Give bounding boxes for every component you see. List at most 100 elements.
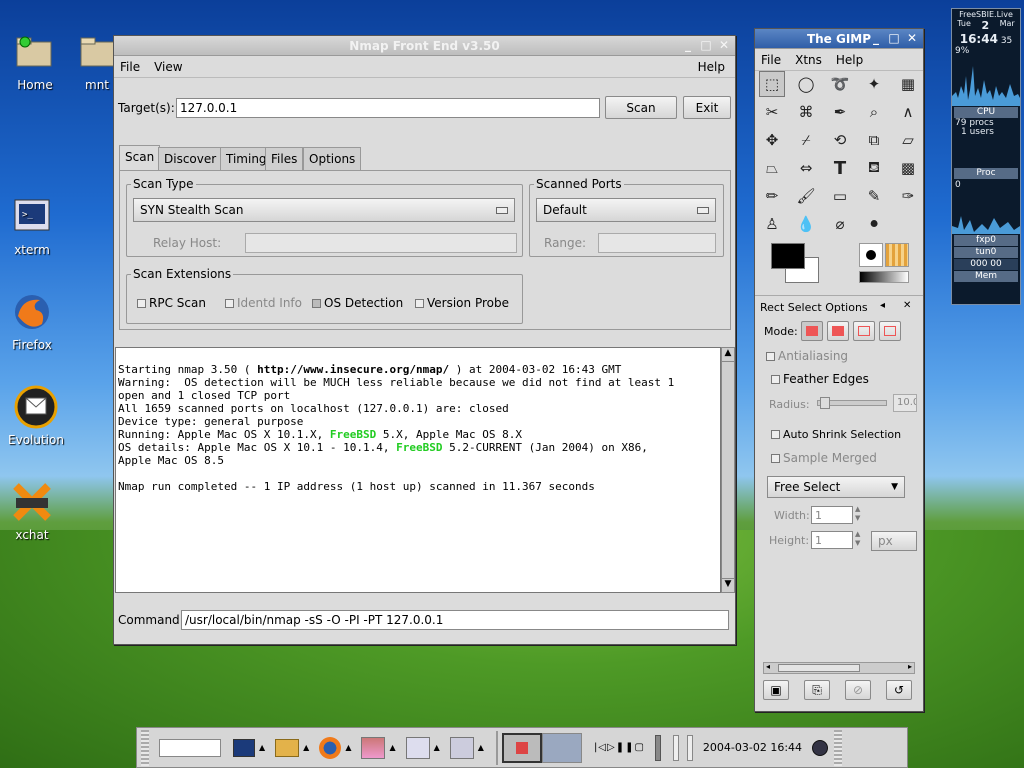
- launcher-arrow-icon[interactable]: ▲: [478, 743, 484, 752]
- paintbrush-icon[interactable]: 🖌: [793, 183, 819, 209]
- settings-launcher-icon[interactable]: [449, 736, 474, 759]
- blur-icon[interactable]: ⌀: [827, 211, 853, 237]
- blend-icon[interactable]: ▩: [895, 155, 921, 181]
- rotate-icon[interactable]: ⟲: [827, 127, 853, 153]
- dodge-burn-icon[interactable]: ⚫: [861, 211, 887, 237]
- launcher-arrow-icon[interactable]: ▲: [259, 743, 265, 752]
- launcher-arrow-icon[interactable]: ▲: [303, 743, 309, 752]
- mode-replace-button[interactable]: [801, 321, 823, 341]
- menu-help[interactable]: Help: [698, 60, 725, 74]
- foreground-select-icon[interactable]: ⌘: [793, 99, 819, 125]
- output-scrollbar[interactable]: ▲ ▼: [721, 347, 735, 593]
- auto-shrink-checkbox[interactable]: Auto Shrink Selection: [771, 428, 901, 441]
- scroll-right-icon[interactable]: ▸: [908, 662, 912, 671]
- relay-host-input[interactable]: [245, 233, 517, 253]
- brush-preview[interactable]: [859, 243, 883, 267]
- tab-files[interactable]: Files: [265, 147, 304, 171]
- pager-desktop-2[interactable]: [541, 732, 582, 763]
- crop-icon[interactable]: ⌿: [793, 127, 819, 153]
- mixer-slider-a[interactable]: [672, 734, 679, 761]
- tab-discover[interactable]: Discover: [158, 147, 223, 171]
- menu-xtns[interactable]: Xtns: [795, 53, 822, 67]
- scale-icon[interactable]: ⧉: [861, 127, 887, 153]
- height-spin-icon[interactable]: ▲ ▼: [855, 530, 860, 548]
- delete-options-icon[interactable]: ⊘: [845, 680, 871, 700]
- ink-icon[interactable]: ✑: [895, 183, 921, 209]
- tool-options-menu-icon[interactable]: ◂: [880, 300, 885, 311]
- gimp-titlebar[interactable]: The GIMP _ □ ✕: [755, 29, 923, 49]
- clone-icon[interactable]: ♙: [759, 211, 785, 237]
- desktop-icon-home[interactable]: Home: [0, 30, 70, 92]
- width-input[interactable]: 1: [811, 506, 853, 524]
- save-options-icon[interactable]: ▣: [763, 680, 789, 700]
- calendar-launcher-icon[interactable]: [405, 736, 430, 759]
- radius-slider[interactable]: [817, 397, 887, 409]
- height-input[interactable]: 1: [811, 531, 853, 549]
- terminal-launcher-icon[interactable]: [233, 738, 255, 757]
- panel-clock[interactable]: 2004-03-02 16:44: [703, 741, 802, 754]
- feather-edges-checkbox[interactable]: Feather Edges: [771, 372, 869, 386]
- slider-handle[interactable]: [820, 397, 830, 409]
- tab-options[interactable]: Options: [303, 147, 362, 171]
- identd-info-checkbox[interactable]: Identd Info: [225, 296, 302, 310]
- panel-handle-right[interactable]: [834, 729, 843, 766]
- restore-options-icon[interactable]: ⎘: [804, 680, 830, 700]
- bucket-fill-icon[interactable]: ⛾: [861, 155, 887, 181]
- scroll-thumb[interactable]: [778, 664, 860, 672]
- panel-run-input[interactable]: [159, 738, 221, 757]
- mode-add-button[interactable]: [827, 321, 849, 341]
- tool-options-hscrollbar[interactable]: ◂ ▸: [763, 662, 915, 674]
- tab-scan[interactable]: Scan: [119, 145, 161, 171]
- mode-subtract-button[interactable]: [853, 321, 875, 341]
- gradient-preview[interactable]: [859, 271, 909, 283]
- scroll-left-icon[interactable]: ◂: [766, 662, 770, 671]
- menu-file[interactable]: File: [120, 60, 140, 74]
- scan-type-select[interactable]: SYN Stealth Scan: [133, 198, 515, 222]
- scanned-ports-select[interactable]: Default: [536, 198, 716, 222]
- pattern-preview[interactable]: [885, 243, 909, 267]
- menu-help[interactable]: Help: [836, 53, 863, 67]
- scan-button[interactable]: Scan: [605, 96, 677, 119]
- range-input[interactable]: [598, 233, 716, 253]
- launcher-arrow-icon[interactable]: ▲: [389, 743, 395, 752]
- targets-input[interactable]: 127.0.0.1: [176, 98, 600, 118]
- mixer-slider-b[interactable]: [686, 734, 693, 761]
- foreground-color[interactable]: [771, 243, 805, 269]
- magic-wand-icon[interactable]: ✦: [861, 71, 887, 97]
- os-detection-checkbox[interactable]: OS Detection: [312, 296, 403, 310]
- sample-merged-checkbox[interactable]: Sample Merged: [771, 451, 877, 465]
- eraser-icon[interactable]: ▭: [827, 183, 853, 209]
- scan-output[interactable]: Starting nmap 3.50 ( http://www.insecure…: [115, 347, 721, 593]
- lasso-icon[interactable]: ➰: [827, 71, 853, 97]
- panel-handle-left[interactable]: [141, 729, 149, 766]
- brush-pattern-preview[interactable]: [859, 243, 909, 285]
- airbrush-icon[interactable]: ✎: [861, 183, 887, 209]
- desktop-icon-firefox[interactable]: Firefox: [0, 290, 67, 352]
- tool-options-close-icon[interactable]: ✕: [903, 300, 911, 311]
- maximize-icon[interactable]: □: [887, 31, 901, 45]
- paths-icon[interactable]: ✒: [827, 99, 853, 125]
- perspective-icon[interactable]: ⏢: [759, 155, 785, 181]
- desktop-icon-evolution[interactable]: Evolution: [1, 385, 71, 447]
- color-select-icon[interactable]: ▦: [895, 71, 921, 97]
- flip-icon[interactable]: ⇔: [793, 155, 819, 181]
- command-input[interactable]: /usr/local/bin/nmap -sS -O -PI -PT 127.0…: [181, 610, 729, 630]
- menu-file[interactable]: File: [761, 53, 781, 67]
- office-launcher-icon[interactable]: [361, 736, 386, 759]
- zoom-icon[interactable]: ⌕: [861, 99, 887, 125]
- scissors-icon[interactable]: ✂: [759, 99, 785, 125]
- exit-button[interactable]: Exit: [683, 96, 731, 119]
- media-controls-icon[interactable]: |◁▷❚❚▢: [594, 742, 645, 753]
- free-select-dropdown[interactable]: Free Select ▼: [767, 476, 905, 498]
- mode-intersect-button[interactable]: [879, 321, 901, 341]
- close-icon[interactable]: ✕: [905, 31, 919, 45]
- width-spin-icon[interactable]: ▲ ▼: [855, 505, 860, 523]
- antialiasing-checkbox[interactable]: Antialiasing: [766, 349, 848, 363]
- text-icon[interactable]: T: [827, 155, 853, 181]
- launcher-arrow-icon[interactable]: ▲: [345, 743, 351, 752]
- ellipse-select-icon[interactable]: ◯: [793, 71, 819, 97]
- rect-select-icon[interactable]: ⬚: [759, 71, 785, 97]
- pager-desktop-1[interactable]: [501, 732, 542, 763]
- maximize-icon[interactable]: □: [699, 38, 713, 52]
- shear-icon[interactable]: ▱: [895, 127, 921, 153]
